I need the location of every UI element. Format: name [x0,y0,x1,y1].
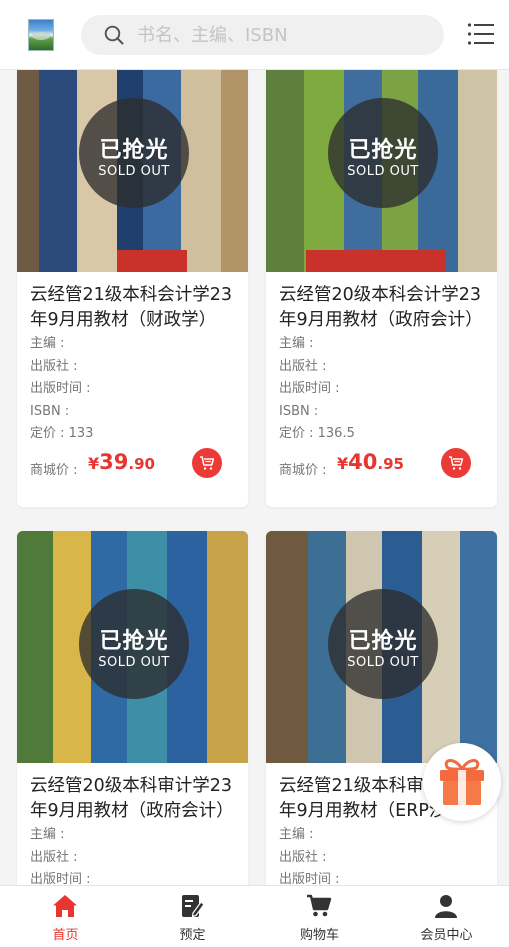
cart-icon [200,455,215,470]
sold-out-text: 已抢光 [348,629,418,654]
sold-out-text-en: SOLD OUT [347,164,419,179]
product-list-price: 定价 : 136.5 [279,426,355,441]
product-editor: 主编 : [30,336,65,351]
tab-label: 首页 [52,928,79,943]
product-publisher: 出版社 : [279,358,327,374]
product-publisher: 出版社 : [279,849,327,865]
edit-icon [182,895,205,918]
user-icon [435,895,457,918]
sold-out-text-en: SOLD OUT [98,655,170,670]
product-price: ¥39.90 [88,449,155,474]
sold-out-text: 已抢光 [99,138,169,163]
sold-out-badge: 已抢光 SOLD OUT [328,98,438,208]
product-pubdate: 出版时间 : [279,872,340,885]
product-editor: 主编 : [30,827,65,842]
cart-icon [449,455,464,470]
product-list-price: 定价 : 133 [30,426,94,441]
sold-out-text: 已抢光 [99,629,169,654]
product-pubdate: 出版时间 : [279,381,340,396]
price-label: 商城价 : [279,462,327,478]
search-input[interactable] [137,15,427,55]
top-header [0,0,509,70]
product-cover-image[interactable]: 已抢光 SOLD OUT [17,531,248,763]
product-editor: 主编 : [279,827,314,842]
product-title[interactable]: 云经管20级本科会计学23年9月用教材（政府会计） [279,283,484,333]
product-publisher: 出版社 : [30,358,78,374]
product-title[interactable]: 云经管20级本科审计学23年9月用教材（政府会计） [30,774,235,824]
tab-label: 购物车 [299,928,339,943]
search-icon[interactable] [104,25,124,45]
price-label: 商城价 : [30,462,78,478]
product-cover-image[interactable]: 已抢光 SOLD OUT [17,70,248,272]
tab-reserve[interactable]: 预定 [129,886,256,947]
add-to-cart-button[interactable] [441,447,471,478]
product-pubdate: 出版时间 : [30,381,91,396]
tab-home[interactable]: 首页 [2,886,129,947]
add-to-cart-button[interactable] [192,447,222,478]
tab-cart[interactable]: 购物车 [256,886,383,947]
sold-out-text: 已抢光 [348,138,418,163]
tab-label: 会员中心 [420,928,473,943]
search-bar[interactable] [81,15,444,55]
menu-list-icon[interactable] [467,22,495,46]
home-icon [53,895,77,917]
product-title[interactable]: 云经管21级本科会计学23年9月用教材（财政学） [30,283,235,333]
product-cover-image[interactable]: 已抢光 SOLD OUT [266,531,497,763]
cart-icon [307,894,332,917]
product-card[interactable]: 已抢光 SOLD OUT 云经管21级本科审计学23年9月用教材（ERP沙盘） … [266,531,497,885]
sold-out-text-en: SOLD OUT [347,655,419,670]
product-isbn: ISBN : [279,403,319,419]
sold-out-text-en: SOLD OUT [98,164,170,179]
sold-out-badge: 已抢光 SOLD OUT [328,589,438,699]
product-isbn: ISBN : [30,403,70,419]
product-card[interactable]: 已抢光 SOLD OUT 云经管20级本科审计学23年9月用教材（政府会计） 主… [17,531,248,885]
product-pubdate: 出版时间 : [30,872,91,885]
product-cover-image[interactable]: 已抢光 SOLD OUT [266,70,497,272]
product-price: ¥40.95 [337,449,404,474]
tab-label: 预定 [179,928,206,943]
product-card[interactable]: 已抢光 SOLD OUT 云经管20级本科会计学23年9月用教材（政府会计） 主… [266,70,497,507]
gift-icon [440,759,484,805]
product-editor: 主编 : [279,336,314,351]
logo[interactable] [28,19,54,51]
sold-out-badge: 已抢光 SOLD OUT [79,589,189,699]
bottom-tab-bar: 首页 预定 购物车 会员中心 [0,885,509,947]
tab-member-center[interactable]: 会员中心 [383,886,509,947]
product-card[interactable]: 已抢光 SOLD OUT 云经管21级本科会计学23年9月用教材（财政学） 主编… [17,70,248,507]
product-publisher: 出版社 : [30,849,78,865]
gift-button[interactable] [423,743,501,821]
sold-out-badge: 已抢光 SOLD OUT [79,98,189,208]
